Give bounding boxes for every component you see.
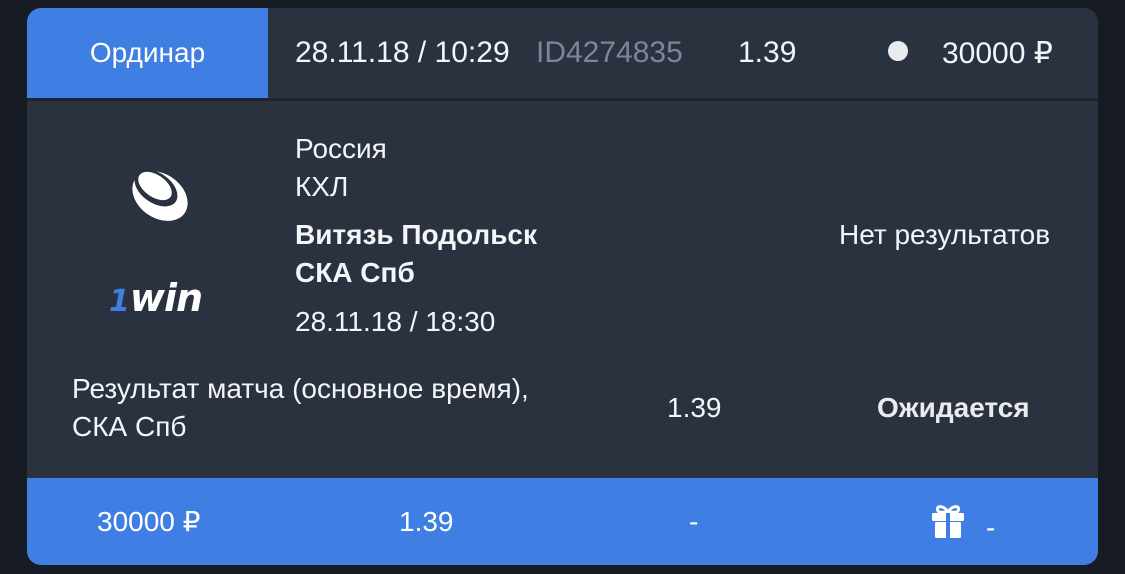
bet-type-badge: Ординар	[27, 8, 268, 98]
bet-footer: 30000 ₽ 1.39 - -	[27, 478, 1098, 565]
event-country: Россия	[295, 133, 387, 164]
selection-odds: 1.39	[667, 392, 722, 423]
status-dot-icon	[888, 41, 908, 61]
brand-logo-name: win	[129, 276, 203, 320]
footer-bonus: -	[986, 511, 996, 543]
gift-icon[interactable]	[929, 502, 967, 540]
header-divider	[27, 98, 1098, 101]
bet-odds: 1.39	[738, 36, 797, 69]
team-home: Витязь Подольск	[295, 219, 538, 250]
selection-market: Результат матча (основное время), СКА Сп…	[72, 373, 529, 442]
event-result: Нет результатов	[839, 219, 1051, 250]
brand-logo-prefix: 1	[109, 284, 130, 319]
event-start-time: 28.11.18 / 18:30	[295, 306, 496, 337]
hockey-puck-icon	[132, 169, 188, 221]
footer-odds: 1.39	[399, 505, 454, 537]
team-away: СКА Спб	[295, 257, 415, 288]
brand-logo: 1 win	[109, 276, 203, 322]
bet-datetime: 28.11.18 / 10:29	[295, 36, 510, 69]
selection-status: Ожидается	[877, 392, 1030, 423]
bet-id: ID4274835	[536, 36, 683, 69]
footer-stake: 30000 ₽	[97, 506, 201, 537]
footer-payout: -	[689, 505, 699, 537]
bet-amount: 30000 ₽	[942, 36, 1053, 70]
bet-header: Ординар 28.11.18 / 10:29 ID4274835 1.39 …	[27, 8, 1098, 98]
event-league: КХЛ	[295, 171, 349, 202]
bet-card: Ординар 28.11.18 / 10:29 ID4274835 1.39 …	[27, 8, 1098, 565]
